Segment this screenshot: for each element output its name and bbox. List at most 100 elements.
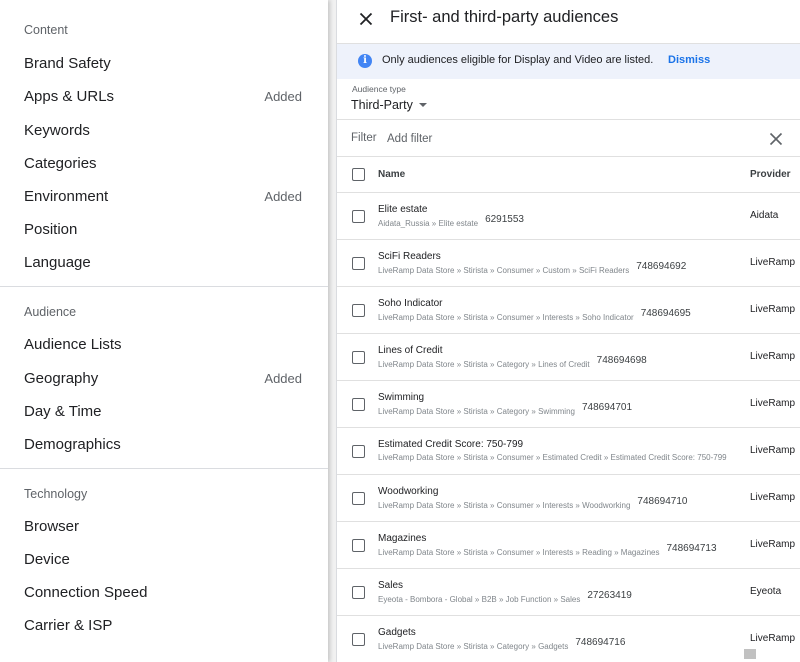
row-checkbox[interactable] xyxy=(352,539,365,552)
row-content: Sales Eyeota - Bombora - Global » B2B » J… xyxy=(378,580,743,605)
row-checkbox[interactable] xyxy=(352,210,365,223)
audience-id: 6291553 xyxy=(485,214,524,225)
dismiss-button[interactable]: Dismiss xyxy=(668,54,710,66)
filter-input[interactable] xyxy=(387,128,717,150)
audience-details: LiveRamp Data Store » Stirista » Categor… xyxy=(378,355,743,370)
horizontal-scrollbar[interactable] xyxy=(744,649,756,659)
row-content: Lines of Credit LiveRamp Data Store » Sti… xyxy=(378,345,743,370)
column-header-name[interactable]: Name xyxy=(378,169,405,180)
menu-item-label: Apps & URLs xyxy=(24,87,115,105)
row-content: SciFi Readers LiveRamp Data Store » Stiri… xyxy=(378,251,743,276)
menu-item-carrier-isp[interactable]: Carrier & ISP xyxy=(0,610,328,640)
table-row[interactable]: Gadgets LiveRamp Data Store » Stirista » … xyxy=(337,616,800,662)
table-row[interactable]: Woodworking LiveRamp Data Store » Stirist… xyxy=(337,475,800,522)
audience-id: 748694713 xyxy=(666,543,717,554)
menu-item-brand-safety[interactable]: Brand Safety xyxy=(0,48,328,78)
select-all-checkbox[interactable] xyxy=(352,168,365,181)
audience-name: SciFi Readers xyxy=(378,251,441,262)
table-row[interactable]: Soho Indicator LiveRamp Data Store » Stir… xyxy=(337,287,800,334)
row-checkbox[interactable] xyxy=(352,492,365,505)
audience-path: LiveRamp Data Store » Stirista » Categor… xyxy=(378,642,569,651)
audience-details: Aidata_Russia » Elite estate 6291553 xyxy=(378,214,743,229)
audience-path: LiveRamp Data Store » Stirista » Categor… xyxy=(378,407,575,416)
menu-item-label: Keywords xyxy=(24,121,90,139)
column-header-provider[interactable]: Provider xyxy=(750,169,791,180)
row-checkbox[interactable] xyxy=(352,633,365,646)
audience-path: LiveRamp Data Store » Stirista » Consume… xyxy=(378,548,660,557)
menu-item-environment[interactable]: Environment Added xyxy=(0,181,328,211)
menu-item-geography[interactable]: Geography Added xyxy=(0,363,328,393)
audience-details: LiveRamp Data Store » Stirista » Consume… xyxy=(378,308,743,323)
audience-details: LiveRamp Data Store » Stirista » Consume… xyxy=(378,543,743,558)
menu-item-day-time[interactable]: Day & Time xyxy=(0,396,328,426)
table-row[interactable]: Magazines LiveRamp Data Store » Stirista … xyxy=(337,522,800,569)
menu-item-connection-speed[interactable]: Connection Speed xyxy=(0,577,328,607)
menu-item-label: Geography xyxy=(24,369,99,387)
menu-item-label: Carrier & ISP xyxy=(24,616,113,634)
table-row[interactable]: Lines of Credit LiveRamp Data Store » Sti… xyxy=(337,334,800,381)
menu-item-label: Language xyxy=(24,253,91,271)
menu-item-label: Categories xyxy=(24,154,97,172)
menu-item-apps-urls[interactable]: Apps & URLs Added xyxy=(0,81,328,111)
audience-path: LiveRamp Data Store » Stirista » Categor… xyxy=(378,360,590,369)
table-row[interactable]: Elite estate Aidata_Russia » Elite estate… xyxy=(337,193,800,240)
table-row[interactable]: Sales Eyeota - Bombora - Global » B2B » J… xyxy=(337,569,800,616)
audiences-panel: First- and third-party audiences i Only … xyxy=(336,0,800,662)
audience-details: LiveRamp Data Store » Stirista » Categor… xyxy=(378,637,743,652)
filter-label: Filter xyxy=(351,132,377,144)
clear-filter-button[interactable] xyxy=(769,132,783,146)
menu-divider xyxy=(0,286,328,287)
audience-id: 748694698 xyxy=(596,355,647,366)
row-content: Elite estate Aidata_Russia » Elite estate… xyxy=(378,204,743,229)
added-badge: Added xyxy=(264,188,302,204)
table-row[interactable]: SciFi Readers LiveRamp Data Store » Stiri… xyxy=(337,240,800,287)
menu-item-demographics[interactable]: Demographics xyxy=(0,429,328,459)
audience-id: 748694695 xyxy=(640,308,691,319)
audience-path: LiveRamp Data Store » Stirista » Consume… xyxy=(378,501,631,510)
audience-provider: LiveRamp xyxy=(750,492,796,503)
menu-item-device[interactable]: Device xyxy=(0,544,328,574)
menu-item-language[interactable]: Language xyxy=(0,247,328,277)
row-checkbox[interactable] xyxy=(352,257,365,270)
row-content: Estimated Credit Score: 750-799 LiveRamp … xyxy=(378,439,743,462)
menu-item-browser[interactable]: Browser xyxy=(0,511,328,541)
audience-name: Sales xyxy=(378,580,404,591)
audience-provider: LiveRamp xyxy=(750,398,796,409)
menu-item-position[interactable]: Position xyxy=(0,214,328,244)
audience-type-value: Third-Party xyxy=(351,98,413,112)
audience-provider: Eyeota xyxy=(750,586,782,597)
targeting-menu: Content Brand Safety Apps & URLs Added Ke… xyxy=(0,0,328,662)
menu-item-categories[interactable]: Categories xyxy=(0,148,328,178)
row-checkbox[interactable] xyxy=(352,304,365,317)
menu-item-label: Browser xyxy=(24,517,80,535)
audience-provider: LiveRamp xyxy=(750,539,796,550)
menu-item-label: Demographics xyxy=(24,435,121,453)
menu-item-keywords[interactable]: Keywords xyxy=(0,115,328,145)
audience-name: Lines of Credit xyxy=(378,345,443,356)
row-checkbox[interactable] xyxy=(352,445,365,458)
audience-name: Gadgets xyxy=(378,627,416,638)
table-row[interactable]: Estimated Credit Score: 750-799 LiveRamp … xyxy=(337,428,800,475)
menu-item-label: Connection Speed xyxy=(24,583,148,601)
info-banner: i Only audiences eligible for Display an… xyxy=(337,44,800,79)
info-icon: i xyxy=(358,54,372,68)
row-checkbox[interactable] xyxy=(352,398,365,411)
table-row[interactable]: Swimming LiveRamp Data Store » Stirista »… xyxy=(337,381,800,428)
audience-path: Eyeota - Bombora - Global » B2B » Job Fu… xyxy=(378,595,581,604)
menu-item-audience-lists[interactable]: Audience Lists xyxy=(0,329,328,359)
audience-details: Eyeota - Bombora - Global » B2B » Job Fu… xyxy=(378,590,743,605)
row-content: Swimming LiveRamp Data Store » Stirista »… xyxy=(378,392,743,417)
audience-name: Estimated Credit Score: 750-799 xyxy=(378,439,524,450)
audience-type-dropdown[interactable]: Third-Party xyxy=(351,98,427,112)
row-checkbox[interactable] xyxy=(352,351,365,364)
audience-details: LiveRamp Data Store » Stirista » Categor… xyxy=(378,402,743,417)
audience-provider: LiveRamp xyxy=(750,351,796,362)
menu-item-label: Day & Time xyxy=(24,402,102,420)
close-button[interactable] xyxy=(355,8,377,30)
close-icon xyxy=(359,12,373,26)
audience-path: Aidata_Russia » Elite estate xyxy=(378,219,479,228)
row-content: Magazines LiveRamp Data Store » Stirista … xyxy=(378,533,743,558)
row-checkbox[interactable] xyxy=(352,586,365,599)
audience-provider: LiveRamp xyxy=(750,633,796,644)
audience-type-label: Audience type xyxy=(352,84,406,94)
